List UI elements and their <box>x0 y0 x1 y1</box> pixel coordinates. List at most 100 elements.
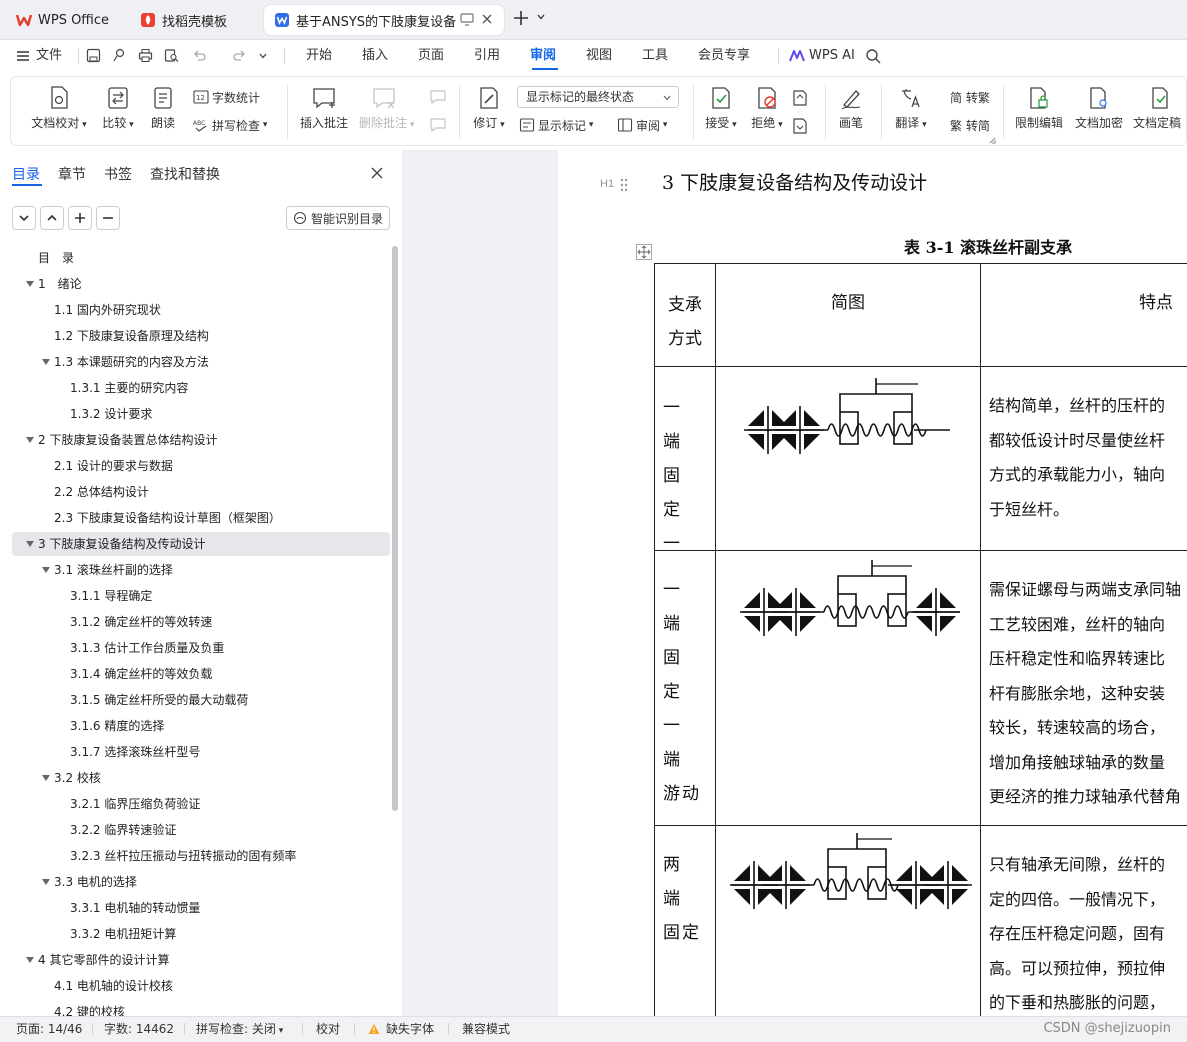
tab-docer-template[interactable]: 找稻壳模板 <box>130 5 258 35</box>
previous-change-icon[interactable] <box>791 89 809 107</box>
expand-all-button[interactable] <box>12 206 36 230</box>
toc-item[interactable]: 3.1.5 确定丝杆所受的最大动载荷 <box>12 688 390 712</box>
restrict-edit-button[interactable]: 限制编辑 <box>1013 85 1065 131</box>
toc-item[interactable]: 3.2 校核 <box>12 766 390 790</box>
menu-tools[interactable]: 工具 <box>642 40 668 72</box>
proofread-status[interactable]: 校对 <box>316 1017 340 1041</box>
finalize-doc-button[interactable]: 文档定稿 <box>1133 85 1187 131</box>
toc-item[interactable]: 3.3 电机的选择 <box>12 870 390 894</box>
toc-item[interactable]: 1.3 本课题研究的内容及方法 <box>12 350 390 374</box>
tab-sections[interactable]: 章节 <box>58 164 86 184</box>
to-traditional-button[interactable]: 简 转繁 <box>941 86 990 108</box>
toc-item[interactable]: 3.2.1 临界压缩负荷验证 <box>12 792 390 816</box>
heading-level-marker[interactable]: H1 <box>600 178 614 190</box>
toc-item[interactable]: 3.1.2 确定丝杆的等效转速 <box>12 610 390 634</box>
group-expand-icon[interactable] <box>989 137 996 144</box>
toc-item[interactable]: 3 下肢康复设备结构及传动设计 <box>12 532 390 556</box>
caret-down-icon[interactable] <box>26 957 34 963</box>
share-icon[interactable] <box>112 48 127 63</box>
markup-state-select[interactable]: 显示标记的最终状态 <box>517 86 679 108</box>
word-count-button[interactable]: 12 字数统计 <box>193 86 260 108</box>
tab-find-replace[interactable]: 查找和替换 <box>150 164 220 184</box>
track-changes-button[interactable]: 修订 ▾ <box>469 85 509 131</box>
add-heading-button[interactable] <box>68 206 92 230</box>
caret-down-icon[interactable] <box>26 437 34 443</box>
redo-icon[interactable] <box>232 48 247 63</box>
close-icon[interactable] <box>370 166 384 180</box>
monitor-icon[interactable] <box>460 13 474 26</box>
new-tab-plus-icon[interactable] <box>512 9 530 27</box>
read-aloud-button[interactable]: 朗读 <box>147 85 179 131</box>
toc-item[interactable]: 4.1 电机轴的设计校核 <box>12 974 390 998</box>
collapse-all-button[interactable] <box>40 206 64 230</box>
toc-item[interactable]: 3.1.4 确定丝杆的等效负载 <box>12 662 390 686</box>
translate-button[interactable]: 翻译 ▾ <box>891 85 931 131</box>
smart-toc-button[interactable]: 智能识别目录 <box>286 206 390 230</box>
tab-current-document[interactable]: 基于ANSYS的下肢康复设备结构及 <box>264 5 504 35</box>
print-preview-icon[interactable] <box>164 48 179 63</box>
toc-item[interactable]: 2.1 设计的要求与数据 <box>12 454 390 478</box>
previous-comment-icon[interactable] <box>429 89 447 105</box>
toc-item[interactable]: 1.3.2 设计要求 <box>12 402 390 426</box>
show-markup-button[interactable]: 显示标记 ▾ <box>519 114 593 136</box>
hamburger-menu-icon[interactable] <box>16 49 30 63</box>
tab-wps-office[interactable]: WPS Office <box>6 5 124 35</box>
menu-view[interactable]: 视图 <box>586 40 612 72</box>
document-page[interactable]: H1 3 下肢康复设备结构及传动设计 表 3-1 滚珠丝杆副支承 支承方式 简图… <box>558 150 1187 1016</box>
toc-item[interactable]: 3.1.1 导程确定 <box>12 584 390 608</box>
caret-down-icon[interactable] <box>42 567 50 573</box>
toc-item[interactable]: 3.2.2 临界转速验证 <box>12 818 390 842</box>
menu-file[interactable]: 文件 <box>36 40 62 72</box>
toc-item[interactable]: 2.3 下肢康复设备结构设计草图（框架图） <box>12 506 390 530</box>
encrypt-doc-button[interactable]: 文档加密 <box>1073 85 1125 131</box>
caret-down-icon[interactable] <box>42 879 50 885</box>
drag-handle-icon[interactable] <box>620 178 628 192</box>
menu-member[interactable]: 会员专享 <box>698 40 750 72</box>
doc-check-button[interactable]: 文档校对 ▾ <box>29 85 89 131</box>
reject-button[interactable]: 拒绝 ▾ <box>747 85 787 131</box>
menu-home[interactable]: 开始 <box>306 40 332 72</box>
toc-item[interactable]: 1.3.1 主要的研究内容 <box>12 376 390 400</box>
accept-button[interactable]: 接受 ▾ <box>701 85 741 131</box>
toc-item[interactable]: 3.3.2 电机扭矩计算 <box>12 922 390 946</box>
menu-insert[interactable]: 插入 <box>362 40 388 72</box>
table-move-handle-icon[interactable] <box>636 244 652 260</box>
toc-item[interactable]: 1.2 下肢康复设备原理及结构 <box>12 324 390 348</box>
chevron-down-icon[interactable] <box>258 51 268 61</box>
spell-check-status[interactable]: 拼写检查: 关闭 ▾ <box>196 1017 283 1041</box>
menu-wps-ai[interactable]: WPS AI <box>809 40 855 72</box>
remove-heading-button[interactable] <box>96 206 120 230</box>
menu-references[interactable]: 引用 <box>474 40 500 72</box>
next-comment-icon[interactable] <box>429 117 447 133</box>
tab-bookmarks[interactable]: 书签 <box>104 164 132 184</box>
print-icon[interactable] <box>138 48 153 63</box>
close-tab-icon[interactable] <box>480 12 494 26</box>
spell-check-button[interactable]: ABC 拼写检查 ▾ <box>193 114 267 136</box>
toc-item[interactable]: 3.1.3 估计工作台质量及负重 <box>12 636 390 660</box>
toc-item[interactable]: 2.2 总体结构设计 <box>12 480 390 504</box>
to-simplified-button[interactable]: 繁 转简 <box>941 114 990 136</box>
insert-comment-button[interactable]: 插入批注 <box>299 85 349 131</box>
toc-item[interactable]: 4.2 键的校核 <box>12 1000 390 1016</box>
menu-page[interactable]: 页面 <box>418 40 444 72</box>
caret-down-icon[interactable] <box>42 359 50 365</box>
toc-item[interactable]: 1 绪论 <box>12 272 390 296</box>
caret-down-icon[interactable] <box>26 541 34 547</box>
pen-button[interactable]: 画笔 <box>835 85 867 131</box>
toc-item[interactable]: 3.1 滚珠丝杆副的选择 <box>12 558 390 582</box>
word-count-indicator[interactable]: 字数: 14462 <box>104 1017 174 1041</box>
review-pane-button[interactable]: 审阅 ▾ <box>617 114 667 136</box>
toc-item[interactable]: 3.2.3 丝杆拉压振动与扭转振动的固有频率 <box>12 844 390 868</box>
delete-comment-button[interactable]: 删除批注 ▾ <box>359 85 414 131</box>
next-change-icon[interactable] <box>791 117 809 135</box>
search-icon[interactable] <box>865 48 881 64</box>
toc-item[interactable]: 2 下肢康复设备装置总体结构设计 <box>12 428 390 452</box>
missing-font-status[interactable]: 缺失字体 <box>386 1017 434 1041</box>
tab-toc[interactable]: 目录 <box>12 164 40 184</box>
toc-item[interactable]: 4 其它零部件的设计计算 <box>12 948 390 972</box>
toc-item[interactable]: 3.1.7 选择滚珠丝杆型号 <box>12 740 390 764</box>
compare-button[interactable]: 比较 ▾ <box>97 85 139 131</box>
chevron-down-icon[interactable] <box>536 12 546 22</box>
sidebar-scrollbar[interactable] <box>392 246 398 811</box>
caret-down-icon[interactable] <box>26 281 34 287</box>
